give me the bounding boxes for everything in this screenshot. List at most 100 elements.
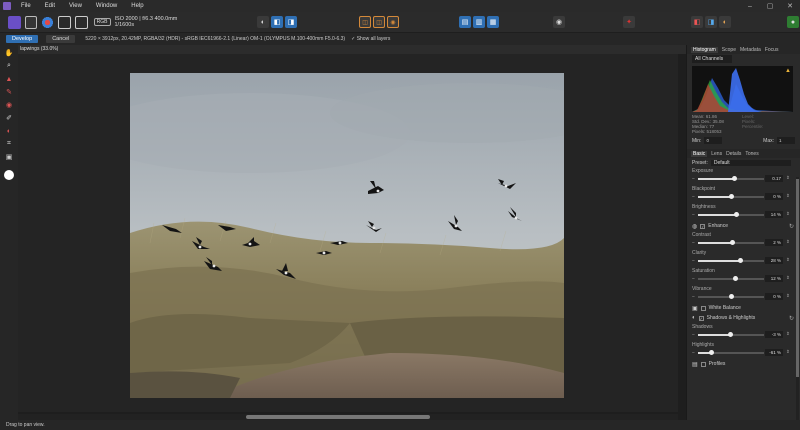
clarity-track[interactable]	[698, 258, 764, 263]
clarity-stepper-icon[interactable]: ⇕	[786, 257, 790, 263]
exposure-slider[interactable]: Exposure − 0.17 ⇕	[687, 167, 800, 185]
assistant-icon[interactable]: ◉	[553, 16, 566, 28]
overlay-erase-tool-icon[interactable]: ◐	[4, 126, 14, 136]
min-input[interactable]: 0	[704, 137, 723, 144]
shadows-track[interactable]	[698, 332, 764, 337]
blackpoint-stepper-icon[interactable]: ⇕	[786, 193, 790, 199]
highlights-minus-icon[interactable]: −	[692, 350, 695, 356]
exposure-minus-icon[interactable]: −	[692, 176, 695, 182]
menu-window[interactable]: Window	[89, 3, 124, 9]
vibrance-track[interactable]	[698, 294, 764, 299]
layer-merge-icon[interactable]: ▦	[487, 16, 500, 28]
close-icon[interactable]: ✕	[780, 2, 800, 10]
clarity-slider[interactable]: Clarity − 28 % ⇕	[687, 249, 800, 267]
profiles-section[interactable]: ▤ Profiles	[687, 359, 800, 369]
brightness-knob[interactable]	[733, 212, 739, 217]
contrast-stepper-icon[interactable]: ⇕	[786, 239, 790, 245]
clarity-knob[interactable]	[738, 258, 744, 263]
brightness-value[interactable]: 14 %	[765, 211, 783, 218]
contrast-minus-icon[interactable]: −	[692, 240, 695, 246]
blackpoint-knob[interactable]	[729, 194, 734, 199]
red-eye-tool-icon[interactable]: ◉	[4, 100, 14, 110]
tone-mapping-persona-icon[interactable]	[58, 15, 71, 29]
shadows-highlights-section[interactable]: ◐ ✓ Shadows & Highlights ↻	[687, 313, 800, 323]
shadows-highlights-checkbox[interactable]: ✓	[698, 315, 704, 321]
layer-new-icon[interactable]: ▥	[473, 16, 486, 28]
tab-lens[interactable]: Lens	[711, 151, 722, 157]
mirror-view-icon[interactable]: ◨	[705, 16, 718, 28]
brightness-minus-icon[interactable]: −	[692, 212, 695, 218]
maximize-icon[interactable]: ▢	[760, 2, 780, 10]
shadows-slider[interactable]: Shadows − -3 % ⇕	[687, 323, 800, 341]
saturation-stepper-icon[interactable]: ⇕	[786, 275, 790, 281]
clipping-shadows-icon[interactable]: ◧	[271, 16, 284, 28]
liquify-persona-icon[interactable]	[24, 15, 38, 29]
channel-select[interactable]: All Channels	[692, 55, 732, 63]
white-balance-section[interactable]: ▣ White Balance	[687, 303, 800, 313]
document-tab[interactable]: lapwings (33.0%)	[18, 45, 686, 54]
enhance-checkbox[interactable]: ✓	[700, 223, 706, 229]
gradient-tool-icon[interactable]: ▣	[4, 152, 14, 162]
shadows-minus-icon[interactable]: −	[692, 332, 695, 338]
exposure-value[interactable]: 0.17	[765, 175, 783, 182]
layer-output-icon[interactable]: ▤	[459, 16, 472, 28]
shadows-knob[interactable]	[727, 332, 733, 337]
exposure-stepper-icon[interactable]: ⇕	[786, 175, 790, 181]
scroll-thumb[interactable]	[246, 415, 430, 419]
overlay-paint-tool-icon[interactable]: ✐	[4, 113, 14, 123]
shadows-value[interactable]: -3 %	[765, 331, 783, 338]
saturation-track[interactable]	[698, 276, 764, 281]
highlights-knob[interactable]	[709, 350, 715, 355]
contrast-slider[interactable]: Contrast − 2 % ⇕	[687, 231, 800, 249]
vibrance-value[interactable]: 0 %	[765, 293, 783, 300]
menu-view[interactable]: View	[62, 3, 89, 9]
color-picker-icon[interactable]: ◐	[719, 16, 732, 28]
highlights-slider[interactable]: Highlights − -61 % ⇕	[687, 341, 800, 359]
blackpoint-minus-icon[interactable]: −	[692, 194, 695, 200]
photo-persona-icon[interactable]	[8, 15, 21, 29]
white-balance-checkbox[interactable]	[700, 305, 706, 311]
tab-focus[interactable]: Focus	[765, 47, 779, 53]
panel-scrollbar[interactable]	[796, 177, 799, 420]
vibrance-slider[interactable]: Vibrance − 0 % ⇕	[687, 285, 800, 303]
blackpoint-track[interactable]	[698, 194, 764, 199]
menu-file[interactable]: File	[14, 3, 38, 9]
color-well[interactable]	[4, 170, 14, 180]
tab-scope[interactable]: Scope	[722, 47, 736, 53]
vibrance-stepper-icon[interactable]: ⇕	[786, 293, 790, 299]
tab-metadata[interactable]: Metadata	[740, 47, 761, 53]
snapping-icon[interactable]: ✦	[623, 16, 636, 28]
clarity-minus-icon[interactable]: −	[692, 258, 695, 264]
tab-details[interactable]: Details	[726, 151, 741, 157]
menu-edit[interactable]: Edit	[38, 3, 62, 9]
develop-button[interactable]: Develop	[6, 35, 39, 43]
clipping-highlights-icon[interactable]: ◨	[285, 16, 298, 28]
clarity-value[interactable]: 28 %	[765, 257, 783, 264]
menu-help[interactable]: Help	[124, 3, 150, 9]
enhance-reset-icon[interactable]: ↻	[789, 223, 794, 230]
export-persona-icon[interactable]	[74, 15, 88, 29]
contrast-value[interactable]: 2 %	[765, 239, 783, 246]
view-tool-icon[interactable]: ✋	[4, 48, 14, 58]
exposure-track[interactable]	[698, 176, 764, 181]
overlay-grad-icon[interactable]: ◫	[359, 16, 372, 28]
split-view-icon[interactable]: ◧	[691, 16, 704, 28]
cancel-button[interactable]: Cancel	[46, 35, 76, 43]
zoom-tool-icon[interactable]: ⌕	[4, 61, 14, 71]
brightness-stepper-icon[interactable]: ⇕	[786, 211, 790, 217]
exposure-knob[interactable]	[731, 176, 737, 181]
panel-scroll-thumb[interactable]	[796, 179, 799, 377]
highlights-track[interactable]	[698, 350, 764, 355]
white-balance-tool-icon[interactable]: ▲	[4, 74, 14, 84]
show-all-layers-checkbox[interactable]: ✓ Show all layers	[351, 36, 390, 42]
saturation-value[interactable]: 12 %	[765, 275, 783, 282]
max-input[interactable]: 1	[777, 137, 795, 144]
highlights-value[interactable]: -61 %	[765, 349, 783, 356]
saturation-minus-icon[interactable]: −	[692, 276, 695, 282]
shadows-stepper-icon[interactable]: ⇕	[786, 331, 790, 337]
tab-tones[interactable]: Tones	[745, 151, 758, 157]
tab-histogram[interactable]: Histogram	[691, 46, 718, 53]
brightness-slider[interactable]: Brightness − 14 % ⇕	[687, 203, 800, 221]
highlights-stepper-icon[interactable]: ⇕	[786, 349, 790, 355]
preset-select[interactable]: Default	[710, 159, 791, 166]
